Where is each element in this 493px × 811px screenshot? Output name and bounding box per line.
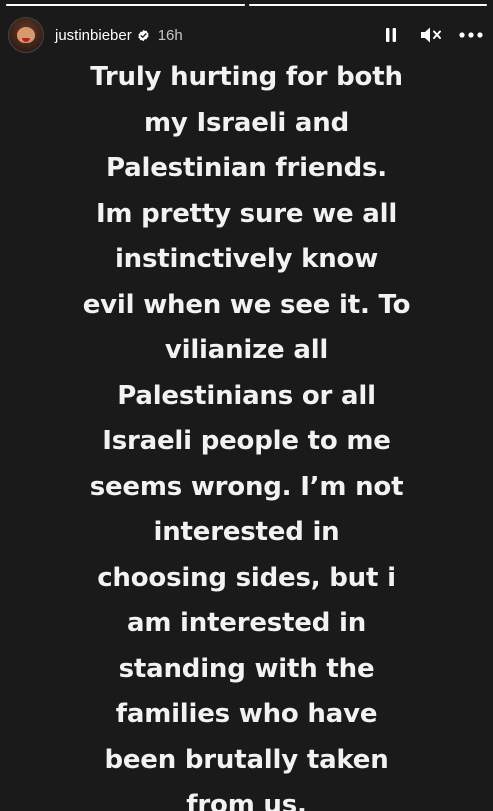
mute-icon: [421, 27, 441, 43]
story-text-line: instinctively know: [114, 244, 379, 274]
story-controls: [379, 23, 483, 47]
story-text-line: been brutally taken: [104, 744, 389, 775]
story-text-line: Palestinian friends.: [106, 153, 387, 183]
story-text-line: Palestinians or all: [117, 380, 376, 411]
story-viewer[interactable]: justinbieber 16h Truly hurting for both …: [0, 0, 493, 811]
story-text-line: am interested in: [126, 608, 367, 638]
story-text-line: my Israeli and: [144, 107, 349, 138]
story-progress: [6, 4, 487, 6]
story-text-line: seems wrong. I’m not: [89, 471, 404, 502]
username[interactable]: justinbieber: [55, 27, 132, 44]
story-text-line: Israeli people to me: [102, 426, 391, 456]
story-text-line: Truly hurting for both: [90, 62, 403, 92]
story-text-line: evil when we see it. To: [82, 289, 411, 320]
more-icon: [459, 32, 483, 38]
story-text-line: choosing sides, but i: [97, 562, 396, 593]
story-text-line: from us.: [186, 790, 307, 811]
story-text-line: families who have: [115, 699, 378, 729]
pause-button[interactable]: [379, 23, 403, 47]
avatar[interactable]: [8, 17, 44, 53]
verified-badge-icon: [138, 29, 149, 41]
progress-segment: [6, 4, 245, 6]
mute-button[interactable]: [419, 23, 443, 47]
story-text-line: standing with the: [118, 653, 375, 684]
story-header: justinbieber 16h: [8, 14, 483, 56]
progress-segment: [248, 4, 487, 6]
progress-fill: [6, 4, 245, 6]
more-options-button[interactable]: [459, 23, 483, 47]
story-text-line: interested in: [153, 517, 340, 547]
progress-fill: [248, 4, 487, 6]
story-text-line: vilianize all: [164, 335, 329, 365]
pause-icon: [386, 28, 396, 42]
story-text: Truly hurting for both my Israeli and Pa…: [20, 55, 473, 811]
story-text-line: Im pretty sure we all: [95, 198, 398, 229]
post-time: 16h: [157, 26, 183, 44]
